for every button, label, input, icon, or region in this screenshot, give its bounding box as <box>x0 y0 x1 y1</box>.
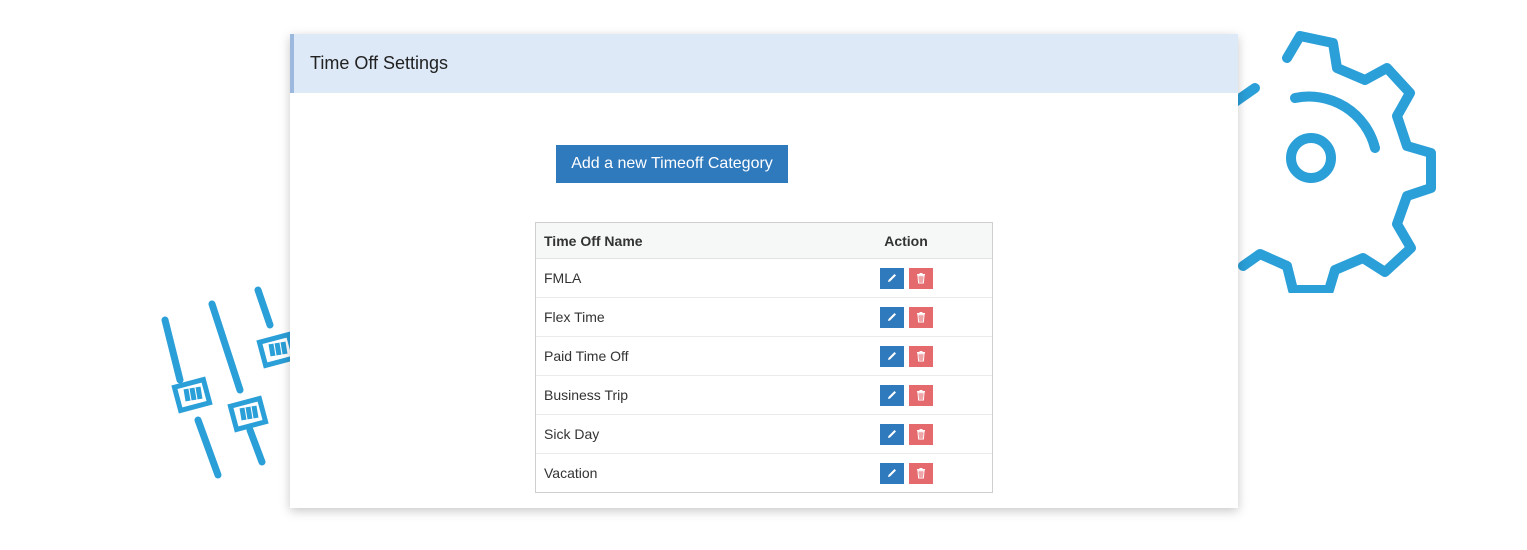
edit-button[interactable] <box>879 384 904 406</box>
trash-icon <box>916 429 925 440</box>
edit-button[interactable] <box>879 423 904 445</box>
gear-icon <box>1230 31 1436 293</box>
table-row: Flex Time <box>536 298 992 337</box>
delete-button[interactable] <box>908 423 933 445</box>
timeoff-name: Business Trip <box>544 387 629 403</box>
table-row: Paid Time Off <box>536 337 992 376</box>
table-header: Time Off Name Action <box>536 223 992 259</box>
pencil-icon <box>887 274 896 282</box>
timeoff-name: Sick Day <box>544 426 600 442</box>
trash-icon <box>916 468 925 479</box>
delete-button[interactable] <box>908 306 933 328</box>
panel-title: Time Off Settings <box>310 53 449 73</box>
timeoff-name: Flex Time <box>544 309 605 325</box>
delete-button[interactable] <box>908 462 933 484</box>
pencil-icon <box>887 313 896 321</box>
add-timeoff-category-button[interactable]: Add a new Timeoff Category <box>556 145 788 183</box>
trash-icon <box>916 312 925 323</box>
timeoff-name: Paid Time Off <box>544 348 629 364</box>
trash-icon <box>916 273 925 284</box>
edit-button[interactable] <box>879 462 904 484</box>
pencil-icon <box>887 391 896 399</box>
panel-header: Time Off Settings <box>290 34 1238 93</box>
table-row: Vacation <box>536 454 992 492</box>
timeoff-name: FMLA <box>544 270 582 286</box>
column-header-name: Time Off Name <box>544 232 643 249</box>
edit-button[interactable] <box>879 345 904 367</box>
sliders-icon <box>161 286 298 479</box>
edit-button[interactable] <box>879 267 904 289</box>
pencil-icon <box>887 430 896 438</box>
column-header-action: Action <box>884 232 928 249</box>
edit-button[interactable] <box>879 306 904 328</box>
pencil-icon <box>887 352 896 360</box>
delete-button[interactable] <box>908 384 933 406</box>
timeoff-name: Vacation <box>544 465 598 481</box>
timeoff-table: Time Off Name Action FMLA Flex Time Paid… <box>535 222 993 493</box>
delete-button[interactable] <box>908 345 933 367</box>
trash-icon <box>916 351 925 362</box>
time-off-settings-panel: Time Off Settings Add a new Timeoff Cate… <box>290 34 1238 508</box>
table-row: Business Trip <box>536 376 992 415</box>
table-row: Sick Day <box>536 415 992 454</box>
delete-button[interactable] <box>908 267 933 289</box>
trash-icon <box>916 390 925 401</box>
table-row: FMLA <box>536 259 992 298</box>
pencil-icon <box>887 469 896 477</box>
